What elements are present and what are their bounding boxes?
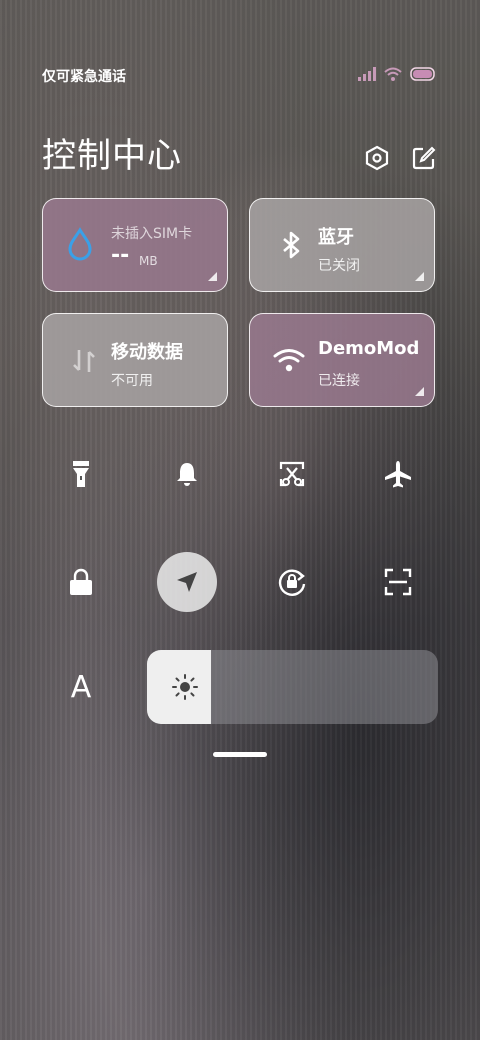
screenshot-icon <box>279 461 305 487</box>
wifi-status: 已连接 <box>318 373 360 389</box>
bluetooth-tile[interactable]: 蓝牙 已关闭 <box>249 198 435 292</box>
data-usage-tile[interactable]: 未插入SIM卡 -- MB <box>42 198 228 292</box>
edit-icon[interactable] <box>411 145 437 171</box>
mobile-data-tile[interactable]: 移动数据 不可用 <box>42 313 228 407</box>
bluetooth-label: 蓝牙 <box>318 227 354 248</box>
data-usage-unit: MB <box>139 254 158 268</box>
data-arrows-icon <box>73 350 95 372</box>
bluetooth-status: 已关闭 <box>318 258 360 274</box>
page-title: 控制中心 <box>42 136 182 176</box>
brightness-sun-icon <box>172 674 198 700</box>
airplane-icon <box>385 461 411 488</box>
signal-icon <box>358 67 376 81</box>
flashlight-icon <box>73 461 89 487</box>
expand-corner-icon <box>415 272 424 281</box>
location-icon <box>177 572 197 592</box>
expand-corner-icon <box>208 272 217 281</box>
wifi-network-name: DemoMod <box>318 338 420 359</box>
font-size-button[interactable]: A <box>51 657 111 717</box>
airplane-mode-button[interactable] <box>368 444 428 504</box>
flashlight-button[interactable] <box>51 444 111 504</box>
mobile-data-status: 不可用 <box>111 373 153 389</box>
bluetooth-icon <box>283 231 300 259</box>
bell-icon <box>177 463 197 486</box>
screenshot-button[interactable] <box>262 444 322 504</box>
location-button[interactable] <box>157 552 217 612</box>
rotation-lock-button[interactable] <box>262 552 322 612</box>
notification-button[interactable] <box>157 444 217 504</box>
data-usage-value: -- <box>111 243 130 268</box>
brightness-slider[interactable] <box>147 650 438 724</box>
wifi-tile[interactable]: DemoMod 已连接 <box>249 313 435 407</box>
scan-icon <box>384 568 412 596</box>
lock-icon <box>70 568 92 595</box>
wifi-icon <box>273 349 305 372</box>
sim-status-label: 未插入SIM卡 <box>111 226 193 242</box>
scan-button[interactable] <box>368 552 428 612</box>
mobile-data-label: 移动数据 <box>111 342 183 363</box>
rotation-lock-icon <box>278 569 306 596</box>
expand-corner-icon <box>415 387 424 396</box>
wifi-icon <box>384 67 402 81</box>
water-drop-icon <box>68 227 92 261</box>
carrier-status: 仅可紧急通话 <box>42 69 126 85</box>
settings-hexagon-icon[interactable] <box>364 145 390 171</box>
font-icon: A <box>70 669 92 705</box>
drag-handle[interactable] <box>213 752 267 757</box>
status-icons <box>358 67 436 81</box>
lock-screen-button[interactable] <box>51 552 111 612</box>
battery-icon <box>410 67 435 81</box>
